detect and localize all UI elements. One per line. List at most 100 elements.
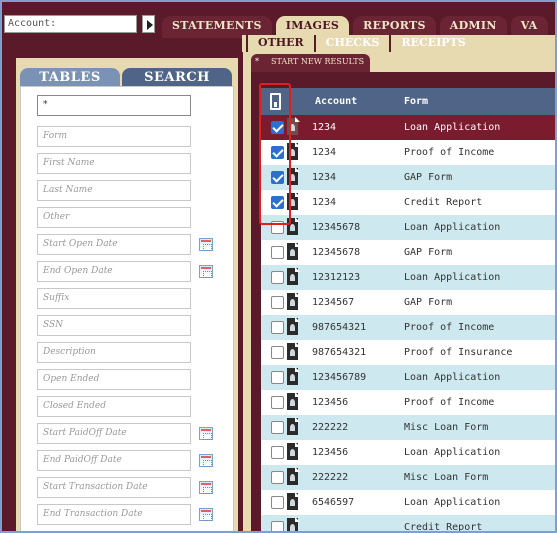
column-header-form[interactable]: Form <box>404 96 428 107</box>
description-field[interactable]: Description <box>37 342 191 363</box>
document-icon[interactable] <box>287 418 298 435</box>
subnav-checks[interactable]: CHECKS <box>313 35 390 52</box>
document-icon[interactable] <box>287 443 298 460</box>
row-checkbox[interactable] <box>271 471 284 484</box>
row-checkbox[interactable] <box>271 496 284 509</box>
document-icon[interactable] <box>287 468 298 485</box>
start-open-date-field[interactable]: Start Open Date <box>37 234 191 255</box>
document-icon[interactable] <box>287 318 298 335</box>
results-table: Account Form 1234 Loan Application 1234 Pro… <box>261 88 555 531</box>
table-row[interactable]: 123456 Proof of Income <box>261 390 555 415</box>
cell-form: Misc Loan Form <box>404 472 489 483</box>
cell-account: 987654321 <box>312 322 367 333</box>
tab-search[interactable]: SEARCH <box>122 68 232 88</box>
table-row[interactable]: 1234 Loan Application <box>261 115 555 140</box>
cell-account: 12312123 <box>312 272 361 283</box>
row-checkbox[interactable] <box>271 371 284 384</box>
suffix-field[interactable]: Suffix <box>37 288 191 309</box>
start-new-results-tab[interactable]: * START NEW RESULTS <box>251 54 371 72</box>
closed-ended-field[interactable]: Closed Ended <box>37 396 191 417</box>
document-icon[interactable] <box>287 493 298 510</box>
sub-nav: OTHER CHECKS RECEIPTS <box>242 35 555 52</box>
start-transaction-date-calendar-icon[interactable] <box>199 481 213 494</box>
table-row[interactable]: 12345678 Loan Application <box>261 215 555 240</box>
cell-form: Credit Report <box>404 197 483 208</box>
search-all-field[interactable]: * <box>37 95 191 116</box>
row-checkbox[interactable] <box>271 146 284 159</box>
top-bar: Account: STATEMENTS IMAGES REPORTS ADMIN… <box>2 2 555 38</box>
cell-account: 1234 <box>312 122 337 133</box>
last-name-field[interactable]: Last Name <box>37 180 191 201</box>
table-row[interactable]: 12312123 Loan Application <box>261 265 555 290</box>
table-row[interactable]: 6546597 Loan Application <box>261 490 555 515</box>
cell-form: Proof of Insurance <box>404 347 513 358</box>
document-icon[interactable] <box>287 368 298 385</box>
end-open-date-field[interactable]: End Open Date <box>37 261 191 282</box>
document-icon[interactable] <box>287 518 298 531</box>
document-icon[interactable] <box>287 118 298 135</box>
document-icon[interactable] <box>287 193 298 210</box>
table-row[interactable]: 12345678 GAP Form <box>261 240 555 265</box>
document-icon[interactable] <box>287 293 298 310</box>
row-checkbox[interactable] <box>271 271 284 284</box>
end-transaction-date-calendar-icon[interactable] <box>199 508 213 521</box>
table-header: Account Form <box>261 88 555 115</box>
row-checkbox[interactable] <box>271 421 284 434</box>
left-panel: TABLES SEARCH * Form First Name Last Nam… <box>16 58 238 531</box>
form-field[interactable]: Form <box>37 126 191 147</box>
table-row[interactable]: 123456789 Loan Application <box>261 365 555 390</box>
subnav-other[interactable]: OTHER <box>246 35 314 52</box>
row-checkbox[interactable] <box>271 396 284 409</box>
account-input[interactable]: Account: <box>4 15 137 33</box>
start-paidoff-date-field[interactable]: Start PaidOff Date <box>37 423 191 444</box>
row-checkbox[interactable] <box>271 246 284 259</box>
row-checkbox[interactable] <box>271 196 284 209</box>
results-area: Account Form 1234 Loan Application 1234 Pro… <box>251 72 555 531</box>
document-icon[interactable] <box>287 268 298 285</box>
cell-account: 6546597 <box>312 497 355 508</box>
document-icon[interactable] <box>287 143 298 160</box>
document-icon[interactable] <box>287 343 298 360</box>
account-go-arrow-icon[interactable] <box>142 15 155 33</box>
ssn-field[interactable]: SSN <box>37 315 191 336</box>
app-window: Account: STATEMENTS IMAGES REPORTS ADMIN… <box>0 0 557 533</box>
start-open-date-calendar-icon[interactable] <box>199 238 213 251</box>
end-paidoff-date-field[interactable]: End PaidOff Date <box>37 450 191 471</box>
column-header-account[interactable]: Account <box>315 96 357 107</box>
end-open-date-calendar-icon[interactable] <box>199 265 213 278</box>
table-row[interactable]: 1234 Proof of Income <box>261 140 555 165</box>
row-checkbox[interactable] <box>271 446 284 459</box>
row-checkbox[interactable] <box>271 121 284 134</box>
first-name-field[interactable]: First Name <box>37 153 191 174</box>
table-row[interactable]: 222222 Misc Loan Form <box>261 415 555 440</box>
table-row[interactable]: 222222 Misc Loan Form <box>261 465 555 490</box>
table-row[interactable]: 1234 Credit Report <box>261 190 555 215</box>
row-checkbox[interactable] <box>271 221 284 234</box>
row-checkbox[interactable] <box>271 321 284 334</box>
cell-account: 987654321 <box>312 347 367 358</box>
document-icon[interactable] <box>287 218 298 235</box>
cell-form: Loan Application <box>404 372 501 383</box>
row-checkbox[interactable] <box>271 296 284 309</box>
table-row[interactable]: 987654321 Proof of Insurance <box>261 340 555 365</box>
row-checkbox[interactable] <box>271 346 284 359</box>
end-paidoff-date-calendar-icon[interactable] <box>199 454 213 467</box>
select-all-doc-icon[interactable] <box>270 93 281 110</box>
row-checkbox[interactable] <box>271 171 284 184</box>
subnav-receipts[interactable]: RECEIPTS <box>389 35 475 52</box>
document-icon[interactable] <box>287 393 298 410</box>
tab-tables[interactable]: TABLES <box>20 68 120 88</box>
table-row[interactable]: 987654321 Proof of Income <box>261 315 555 340</box>
row-checkbox[interactable] <box>271 521 284 531</box>
table-row[interactable]: Credit Report <box>261 515 555 531</box>
table-row[interactable]: 123456 Loan Application <box>261 440 555 465</box>
other-field[interactable]: Other <box>37 207 191 228</box>
table-row[interactable]: 1234567 GAP Form <box>261 290 555 315</box>
start-transaction-date-field[interactable]: Start Transaction Date <box>37 477 191 498</box>
end-transaction-date-field[interactable]: End Transaction Date <box>37 504 191 525</box>
document-icon[interactable] <box>287 168 298 185</box>
start-paidoff-date-calendar-icon[interactable] <box>199 427 213 440</box>
open-ended-field[interactable]: Open Ended <box>37 369 191 390</box>
table-row[interactable]: 1234 GAP Form <box>261 165 555 190</box>
document-icon[interactable] <box>287 243 298 260</box>
